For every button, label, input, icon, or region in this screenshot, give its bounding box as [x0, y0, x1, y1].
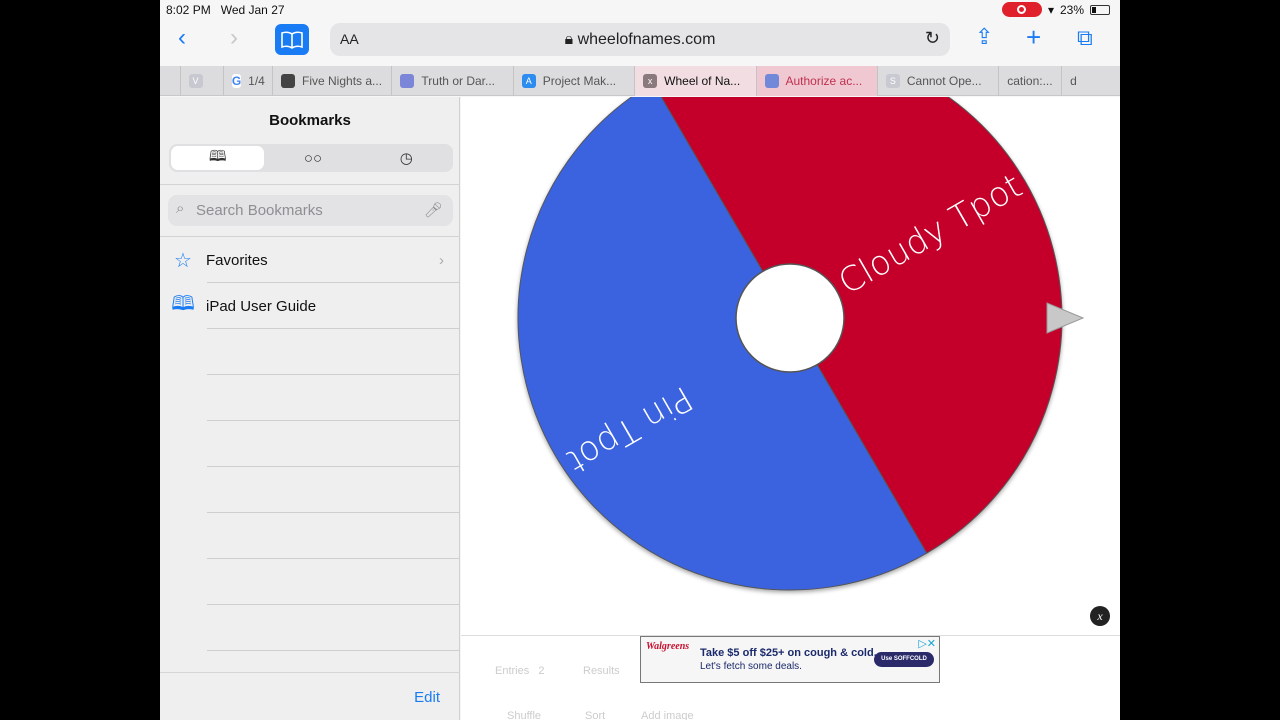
tab-overview-button[interactable]: ⧉ [1077, 25, 1093, 51]
divider [160, 184, 460, 185]
tab[interactable]: cation:... [998, 66, 1061, 96]
divider [207, 466, 460, 467]
bookmark-label: iPad User Guide [206, 297, 317, 315]
sidebar-title: Bookmarks [269, 112, 351, 129]
book-icon: 🕮︎ [171, 293, 195, 315]
ad-close-icon[interactable]: ▷✕ [918, 637, 936, 650]
ad-headline: Take $5 off $25+ on cough & cold. [700, 647, 877, 659]
tab[interactable]: Authorize ac... [755, 66, 877, 96]
divider [207, 604, 460, 605]
wheel-pointer-icon [1046, 302, 1085, 334]
accessibility-badge-icon[interactable]: x [1090, 606, 1110, 626]
edit-button[interactable]: Edit [414, 689, 440, 706]
screen-recording-icon[interactable] [1001, 2, 1042, 17]
back-button[interactable]: ‹ [178, 24, 186, 52]
wheel[interactable]: Cloudy Tpot Pin Tpot [461, 97, 1120, 637]
tab-history[interactable]: ◷ [360, 144, 453, 172]
battery-icon [1090, 4, 1110, 15]
status-bar: 8:02 PM Wed Jan 27 ▾ 23% [160, 0, 1120, 20]
sidebar-footer: Edit [160, 672, 460, 720]
tab-label: Authorize ac... [785, 74, 863, 88]
tab-label: Truth or Dar... [421, 74, 495, 88]
ad-brand-logo: Walgreens [646, 641, 690, 652]
ad-subtext: Let's fetch some deals. [700, 661, 802, 672]
new-tab-button[interactable]: + [1026, 22, 1041, 53]
ad-cta-button[interactable]: Use SOFFCOLD [874, 652, 934, 667]
tab-label: d [1070, 74, 1077, 88]
tab-bookmarks[interactable]: 🕮︎ [171, 146, 265, 170]
bookmark-favorites[interactable]: ☆ Favorites › [160, 237, 460, 283]
tab-label: Wheel of Na... [664, 74, 741, 88]
tab-reading-list[interactable]: ○○ [266, 144, 359, 172]
star-icon: ☆ [174, 249, 192, 272]
roblox-favicon-icon [281, 74, 296, 88]
divider [207, 512, 460, 513]
discord-favicon-icon [764, 74, 779, 88]
address-bar[interactable]: AA 🔒︎ wheelofnames.com ↻ [330, 23, 950, 56]
bookmarks-button[interactable] [275, 24, 309, 55]
sidebar-segmented-control: 🕮︎ ○○ ◷ [169, 144, 453, 172]
tab[interactable]: S Cannot Ope... [876, 66, 998, 96]
divider [207, 650, 460, 651]
url-text: wheelofnames.com [577, 31, 716, 48]
G-favicon-icon: G [231, 74, 242, 88]
divider [207, 420, 460, 421]
glasses-icon: ○○ [303, 149, 323, 167]
tab-label: cation:... [1007, 74, 1053, 88]
S-favicon-icon: S [885, 74, 900, 88]
A-favicon-icon: A [521, 74, 536, 88]
battery-percent: 23% [1059, 2, 1084, 17]
book-icon: 🕮︎ [208, 147, 227, 165]
search-icon: ⌕ [176, 200, 185, 217]
tab-results[interactable]: Results [583, 665, 620, 677]
tab[interactable]: A Project Mak... [512, 66, 634, 96]
microphone-icon[interactable]: 🎤︎ [424, 201, 443, 219]
x-favicon-icon: x [643, 74, 658, 88]
wheel-center[interactable] [735, 263, 845, 373]
search-bookmarks-input[interactable]: ⌕ Search Bookmarks 🎤︎ [168, 195, 453, 226]
status-date: Wed Jan 27 [220, 3, 285, 17]
tab-label: Five Nights a... [302, 74, 383, 88]
search-placeholder: Search Bookmarks [196, 202, 323, 219]
tab-bar-spacer [160, 66, 180, 95]
chevron-right-icon: › [439, 251, 444, 269]
tab-label: 1/4 [248, 74, 265, 88]
tab[interactable]: Five Nights a... [272, 66, 391, 96]
divider [207, 374, 460, 375]
clock-icon: ◷ [399, 150, 413, 167]
bot-favicon-icon [400, 74, 415, 88]
tab[interactable]: G 1/4 [222, 66, 272, 96]
tab[interactable]: x Wheel of Na... [634, 66, 756, 96]
ipad-screen: 8:02 PM Wed Jan 27 ▾ 23% ‹ › AA 🔒︎ wheel… [160, 0, 1120, 720]
wifi-icon: ▾ [1047, 2, 1054, 17]
add-image-button[interactable]: Add image [641, 710, 694, 720]
shuffle-button[interactable]: Shuffle [507, 710, 541, 720]
lock-icon: 🔒︎ [564, 31, 574, 48]
sort-button[interactable]: Sort [585, 710, 605, 720]
ad-banner[interactable]: Walgreens Take $5 off $25+ on cough & co… [640, 636, 940, 683]
tab[interactable]: V [179, 66, 223, 96]
tab-label: Project Mak... [542, 74, 617, 88]
V-favicon-icon: V [188, 74, 203, 88]
safari-toolbar: ‹ › AA 🔒︎ wheelofnames.com ↻ ⇪ + ⧉ [160, 20, 1120, 66]
tab-label: Cannot Ope... [906, 74, 982, 88]
status-time: 8:02 PM [166, 3, 211, 17]
tab-bar: V G 1/4 Five Nights a... Truth or Dar... A Pro… [160, 66, 1120, 96]
divider [207, 558, 460, 559]
tab[interactable]: Truth or Dar... [391, 66, 512, 96]
bookmark-label: Favorites [206, 251, 268, 269]
reload-button[interactable]: ↻ [925, 28, 940, 49]
divider [207, 328, 460, 329]
book-icon [281, 31, 303, 49]
forward-button[interactable]: › [230, 24, 238, 52]
share-button[interactable]: ⇪ [975, 24, 993, 50]
tab[interactable]: d [1061, 66, 1120, 96]
tab-entries[interactable]: Entries 2 [495, 665, 545, 677]
bookmark-ipad-user-guide[interactable]: 🕮︎ iPad User Guide [160, 283, 460, 329]
web-content: Cloudy Tpot Pin Tpot x Entries 2 Results… [461, 97, 1120, 720]
bookmarks-sidebar: Bookmarks 🕮︎ ○○ ◷ ⌕ Search Bookmarks 🎤︎ … [160, 97, 460, 720]
